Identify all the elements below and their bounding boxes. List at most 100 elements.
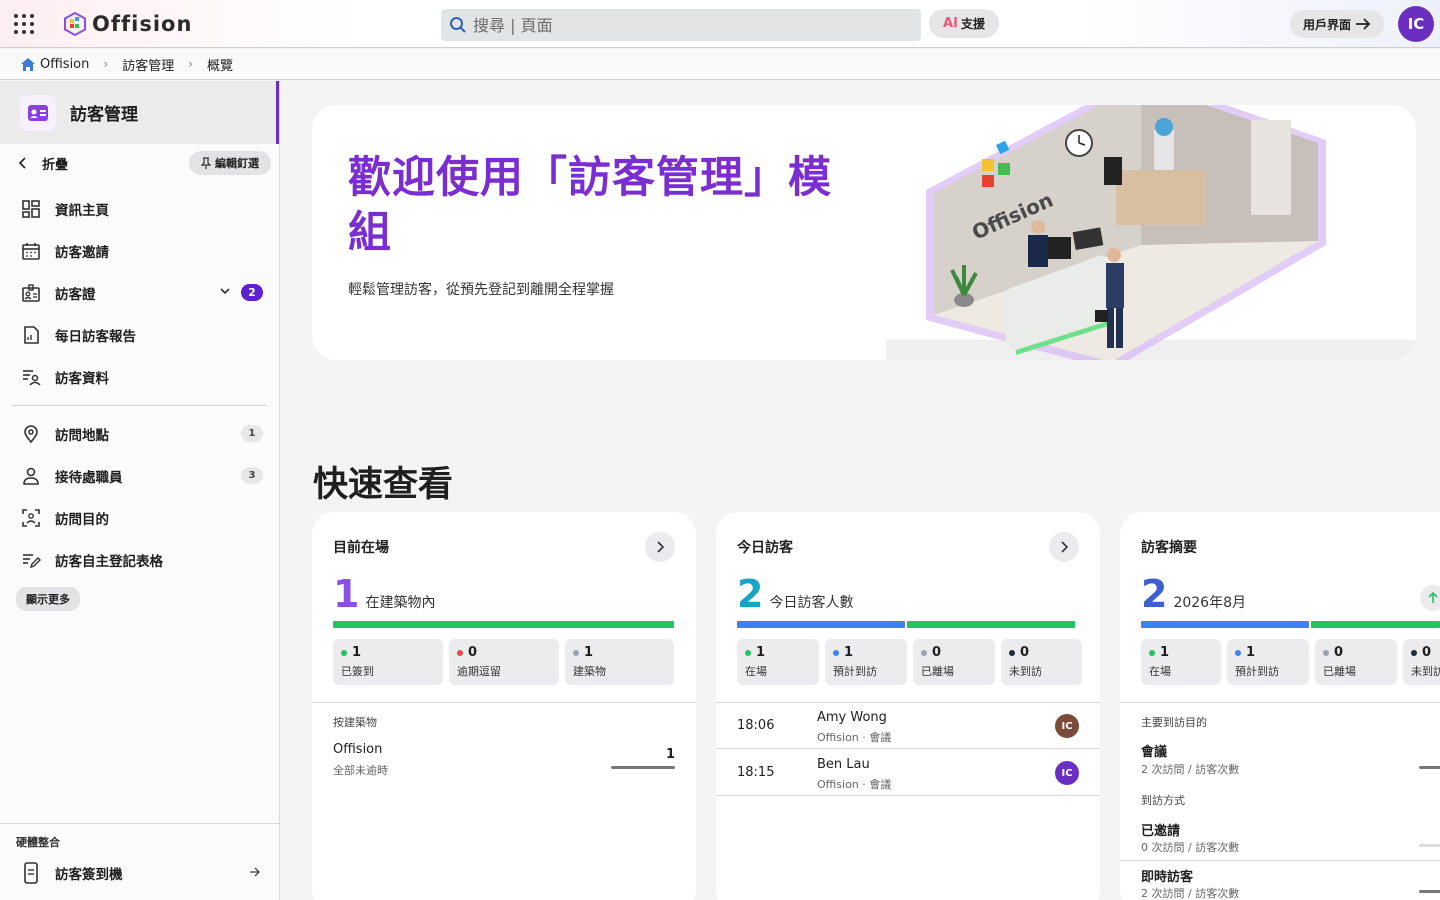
stat-no-show: 0 未到訪 — [1403, 639, 1440, 685]
ai-label: AI — [943, 16, 958, 31]
row-divider — [1120, 860, 1440, 861]
status-dot-icon — [1235, 649, 1241, 656]
sidebar-title: 訪客管理 — [70, 105, 138, 125]
location-pin-icon — [24, 425, 38, 444]
sidebar-item-label: 訪問地點 — [55, 428, 109, 444]
form-edit-icon — [23, 554, 41, 569]
sidebar-item-label: 接待處職員 — [55, 470, 123, 486]
badge-count: 2 — [241, 284, 263, 301]
status-bar-segment — [907, 621, 1075, 628]
edit-pins-button[interactable]: 編輯釘選 — [189, 151, 271, 175]
sidebar-item-daily-report[interactable]: 每日訪客報告 — [0, 314, 279, 356]
card-title: 目前在場 — [333, 540, 389, 556]
stat-value: 0 — [468, 645, 478, 660]
stat-value: 0 — [932, 645, 942, 660]
visit-method-label: 到訪方式 — [1141, 794, 1185, 807]
search-input[interactable] — [473, 15, 913, 35]
report-icon — [24, 326, 39, 344]
home-icon — [21, 57, 35, 71]
stat-value: 0 — [1020, 645, 1030, 660]
sidebar-item-label: 訪客邀請 — [55, 245, 109, 261]
sidebar-item-kiosk[interactable]: 訪客簽到機 — [0, 854, 279, 892]
count-label: 今日訪客人數 — [769, 595, 854, 611]
welcome-banner: 歡迎使用「訪客管理」模組 輕鬆管理訪客，從預先登記到離開全程掌握 Offisio… — [312, 105, 1416, 360]
arrow-up-icon — [1428, 592, 1438, 603]
user-interface-button[interactable]: 用戶界面 — [1290, 10, 1384, 38]
stat-label: 已離場 — [1323, 665, 1356, 678]
visitor-row[interactable]: 18:15 Ben Lau Offision · 會議 IC — [716, 750, 1100, 796]
breadcrumb-visitor-management[interactable]: 訪客管理 — [122, 55, 174, 74]
app-name: Offision — [92, 12, 193, 36]
trend-up-button[interactable] — [1420, 585, 1440, 611]
stat-value: 0 — [1334, 645, 1344, 660]
sidebar-item-reception-staff[interactable]: 接待處職員 3 — [0, 455, 279, 497]
today-stats: 1 在場 1 預計到訪 0 已離場 0 未到訪 — [737, 639, 1082, 685]
stat-label: 預計到訪 — [1235, 665, 1279, 678]
today-count: 2 今日訪客人數 — [737, 572, 853, 616]
top-bar: Offision AI 支援 用戶界面 IC — [0, 0, 1440, 48]
welcome-subtitle: 輕鬆管理訪客，從預先登記到離開全程掌握 — [348, 282, 614, 298]
chevron-right-icon — [1061, 541, 1069, 553]
breadcrumb-label: 概覽 — [207, 58, 234, 74]
ai-support-button[interactable]: AI 支援 — [929, 9, 999, 38]
chevron-down-icon[interactable] — [219, 286, 231, 296]
show-more-button[interactable]: 顯示更多 — [16, 587, 80, 611]
sidebar-item-visitor-badges[interactable]: 訪客證 2 — [0, 272, 279, 314]
building-name: Offision — [333, 742, 383, 757]
status-bar-segment — [737, 621, 905, 628]
sidebar-item-locations[interactable]: 訪問地點 1 — [0, 413, 279, 455]
app-launcher-icon[interactable] — [14, 14, 34, 34]
count-badge: 3 — [241, 467, 263, 484]
building-status: 全部未逾時 — [333, 764, 388, 777]
top-purpose-label: 主要到訪目的 — [1141, 716, 1207, 729]
status-bar-segment — [1141, 621, 1309, 628]
status-dot-icon — [921, 649, 927, 656]
user-avatar[interactable]: IC — [1398, 6, 1434, 42]
collapse-button[interactable]: 折疊 — [18, 154, 68, 173]
stat-on-site: 1 在場 — [1141, 639, 1221, 685]
sidebar-item-visit-purpose[interactable]: 訪問目的 — [0, 497, 279, 539]
sidebar-item-visitor-data[interactable]: 訪客資料 — [0, 356, 279, 398]
status-dot-icon — [573, 649, 579, 656]
sidebar-item-invitations[interactable]: 訪客邀請 — [0, 230, 279, 272]
search-icon — [450, 17, 466, 33]
stat-expected: 1 預計到訪 — [825, 639, 907, 685]
status-bar-segment — [1311, 621, 1440, 628]
open-card-button[interactable] — [1049, 532, 1079, 562]
stat-buildings: 1 建築物 — [565, 639, 674, 685]
stat-label: 在場 — [1149, 665, 1171, 678]
onsite-count: 1 在建築物內 — [333, 572, 435, 616]
stat-label: 在場 — [745, 665, 767, 678]
sidebar-header[interactable]: 訪客管理 — [0, 81, 279, 144]
breadcrumb-separator-icon: › — [103, 57, 109, 71]
open-card-button[interactable] — [645, 532, 675, 562]
count-value: 2 — [1141, 572, 1168, 616]
sidebar-item-self-registration-form[interactable]: 訪客自主登記表格 — [0, 539, 279, 581]
stat-overstay: 0 逾期逗留 — [449, 639, 559, 685]
stat-value: 1 — [1160, 645, 1170, 660]
sidebar-collapse-row: 折疊 編輯釘選 — [0, 144, 279, 182]
calendar-icon — [22, 243, 40, 260]
search-bar[interactable] — [441, 9, 921, 41]
stat-expected: 1 預計到訪 — [1227, 639, 1309, 685]
count-value: 2 — [737, 572, 764, 616]
sidebar-item-label: 訪問目的 — [55, 512, 109, 528]
app-logo[interactable]: Offision — [64, 10, 192, 38]
breadcrumb-label: Offision — [40, 56, 90, 72]
stat-value: 1 — [756, 645, 766, 660]
by-building-label: 按建築物 — [333, 716, 377, 729]
stat-value: 0 — [1422, 645, 1432, 660]
visitor-row[interactable]: 18:06 Amy Wong Offision · 會議 IC — [716, 703, 1100, 749]
method-bar — [1419, 844, 1440, 847]
visitor-name: Amy Wong — [817, 710, 887, 725]
method-bar — [1419, 890, 1440, 893]
breadcrumb-home[interactable]: Offision — [20, 57, 89, 72]
sidebar-item-label: 訪客自主登記表格 — [55, 554, 163, 570]
sidebar-item-dashboard[interactable]: 資訊主頁 — [0, 188, 279, 230]
sidebar-item-label: 訪客資料 — [55, 371, 109, 387]
visitor-card-icon — [20, 94, 56, 131]
breadcrumb: Offision › 訪客管理 › 概覽 — [0, 49, 1440, 80]
card-title: 今日訪客 — [737, 540, 793, 556]
user-list-icon — [23, 370, 41, 386]
status-dot-icon — [1411, 649, 1417, 656]
